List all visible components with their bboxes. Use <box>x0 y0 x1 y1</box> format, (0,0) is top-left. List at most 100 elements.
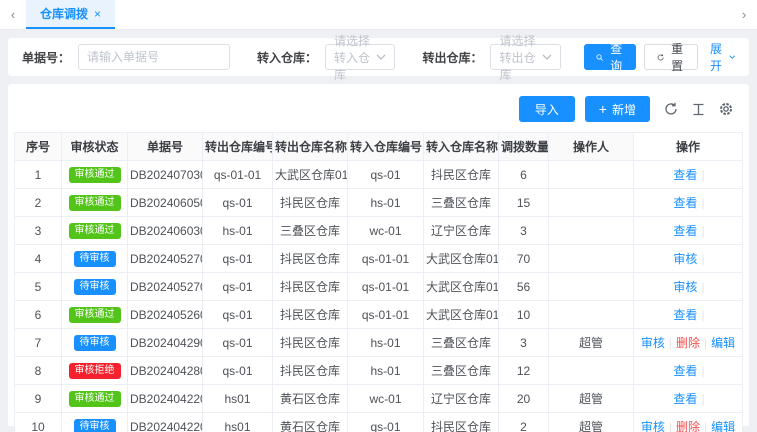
action-link-primary[interactable]: 查看 <box>673 364 697 378</box>
column-header: 操作 <box>633 132 743 161</box>
column-header: 转出仓库编号 <box>202 132 273 161</box>
no-cell: 7 <box>14 328 62 357</box>
column-header: 转出仓库名称 <box>272 132 348 161</box>
expand-toggle[interactable]: 展开 <box>710 40 735 74</box>
action-link-danger[interactable]: 删除 <box>676 420 700 432</box>
qty-cell: 70 <box>498 244 549 273</box>
in_name-cell: 三叠区仓库 <box>423 188 499 217</box>
actions-cell: 查看 | <box>633 356 743 385</box>
doc-cell: DB202405270... <box>127 272 203 301</box>
action-separator: | <box>701 364 705 378</box>
out_code-cell: hs01 <box>202 412 273 432</box>
qty-cell: 2 <box>498 412 549 432</box>
action-link-primary[interactable]: 查看 <box>673 308 697 322</box>
status-badge: 审核通过 <box>68 391 121 407</box>
import-button[interactable]: 导入 <box>518 96 575 122</box>
no-cell: 1 <box>14 160 62 189</box>
action-separator: | <box>701 252 705 266</box>
qty-cell: 3 <box>498 328 549 357</box>
in_code-cell: qs-01-01 <box>347 272 424 301</box>
doc-no-input[interactable] <box>78 44 231 70</box>
actions-cell: 审核 | <box>633 244 743 273</box>
no-cell: 8 <box>14 356 62 385</box>
action-link-primary[interactable]: 审核 <box>673 280 697 294</box>
column-header: 调拨数量 <box>498 132 549 161</box>
doc-cell: DB202404290... <box>127 328 203 357</box>
out_name-cell: 抖民区仓库 <box>272 188 348 217</box>
chevron-down-icon <box>542 54 552 60</box>
operator-cell: 超管 <box>548 328 634 357</box>
status-badge: 待审核 <box>73 251 116 267</box>
expand-label: 展开 <box>710 42 723 73</box>
table-row: 6 审核通过 DB202405260...qs-01抖民区仓库qs-01-01大武区… <box>14 300 743 329</box>
status-cell: 待审核 <box>61 272 128 301</box>
column-header: 审核状态 <box>61 132 128 161</box>
operator-cell: 超管 <box>548 412 634 432</box>
in_code-cell: qs-01-01 <box>347 300 424 329</box>
transfer-table: 序号 审核状态 单据号 转出仓库编号 转出仓库名称 转入仓库编号 转入仓库名称 调拨数量 操作人… <box>14 132 743 432</box>
operator-cell <box>548 244 634 273</box>
action-link-primary[interactable]: 查看 <box>673 224 697 238</box>
action-separator: | <box>701 280 705 294</box>
table-row: 4 待审核 DB202405270...qs-01抖民区仓库qs-01-01大武区仓… <box>14 244 743 273</box>
operator-cell <box>548 160 634 189</box>
action-separator: | <box>701 196 705 210</box>
operator-cell <box>548 356 634 385</box>
table-row: 2 审核通过 DB202406050...qs-01抖民区仓库hs-01三叠区仓库1… <box>14 188 743 217</box>
in_code-cell: wc-01 <box>347 384 424 413</box>
doc-cell: DB202404280... <box>127 356 203 385</box>
action-link-primary[interactable]: 审核 <box>673 252 697 266</box>
in_name-cell: 大武区仓库01 <box>423 272 499 301</box>
search-button[interactable]: 查询 <box>583 42 636 73</box>
actions-cell: 审核 | 删除 | 编辑 <box>633 412 743 432</box>
in_code-cell: qs-01 <box>347 160 424 189</box>
action-separator: | <box>704 420 708 432</box>
action-link-primary[interactable]: 审核 <box>641 336 665 350</box>
action-separator: | <box>668 336 672 350</box>
chevron-down-icon <box>377 54 386 60</box>
qty-cell: 12 <box>498 356 549 385</box>
out_code-cell: qs-01 <box>202 300 273 329</box>
action-link-danger[interactable]: 删除 <box>676 336 700 350</box>
tabs-scroll-right-icon[interactable]: › <box>731 0 757 29</box>
out-warehouse-select[interactable]: 请选择转出仓库 <box>490 34 561 82</box>
gear-icon[interactable] <box>719 102 733 116</box>
action-link-primary[interactable]: 查看 <box>673 168 697 182</box>
action-separator: | <box>668 420 672 432</box>
status-badge: 待审核 <box>73 335 116 351</box>
in_code-cell: qs-01 <box>347 412 424 432</box>
status-cell: 审核通过 <box>61 188 128 217</box>
status-badge: 审核通过 <box>68 195 121 211</box>
status-cell: 审核通过 <box>61 160 128 189</box>
add-button-label: 新增 <box>611 102 636 117</box>
action-link-primary[interactable]: 查看 <box>673 196 697 210</box>
action-link-primary[interactable]: 编辑 <box>711 336 735 350</box>
actions-cell: 查看 | <box>633 300 743 329</box>
add-button[interactable]: + 新增 <box>584 96 650 122</box>
tab-close-icon[interactable]: × <box>94 7 101 21</box>
action-link-primary[interactable]: 查看 <box>673 392 697 406</box>
tab-warehouse-transfer[interactable]: 仓库调拨 × <box>26 0 116 29</box>
tabs-scroll-left-icon[interactable]: ‹ <box>0 0 26 29</box>
actions-cell: 查看 | <box>633 216 743 245</box>
action-link-primary[interactable]: 审核 <box>641 420 665 432</box>
tab-label: 仓库调拨 <box>40 7 89 21</box>
operator-cell <box>548 272 634 301</box>
table-panel: 导入 + 新增 序号 审核状态 单据号 转出仓库编号 转出仓库名称 转入仓库编号 转入仓库名… <box>8 84 749 432</box>
doc-cell: DB202406050... <box>127 188 203 217</box>
plus-icon: + <box>598 101 607 117</box>
in_name-cell: 三叠区仓库 <box>423 328 499 357</box>
status-cell: 待审核 <box>61 328 128 357</box>
refresh-icon[interactable] <box>664 102 678 116</box>
reset-button-label: 重置 <box>671 42 684 73</box>
in-warehouse-select[interactable]: 请选择转入仓库 <box>325 34 396 82</box>
table-toolbar: 导入 + 新增 <box>14 96 743 132</box>
column-height-icon[interactable] <box>692 103 705 116</box>
operator-cell <box>548 300 634 329</box>
in_code-cell: hs-01 <box>347 328 424 357</box>
status-badge: 审核通过 <box>68 223 121 239</box>
action-link-primary[interactable]: 编辑 <box>711 420 735 432</box>
reset-button[interactable]: 重置 <box>643 42 698 73</box>
status-cell: 审核通过 <box>61 384 128 413</box>
qty-cell: 56 <box>498 272 549 301</box>
